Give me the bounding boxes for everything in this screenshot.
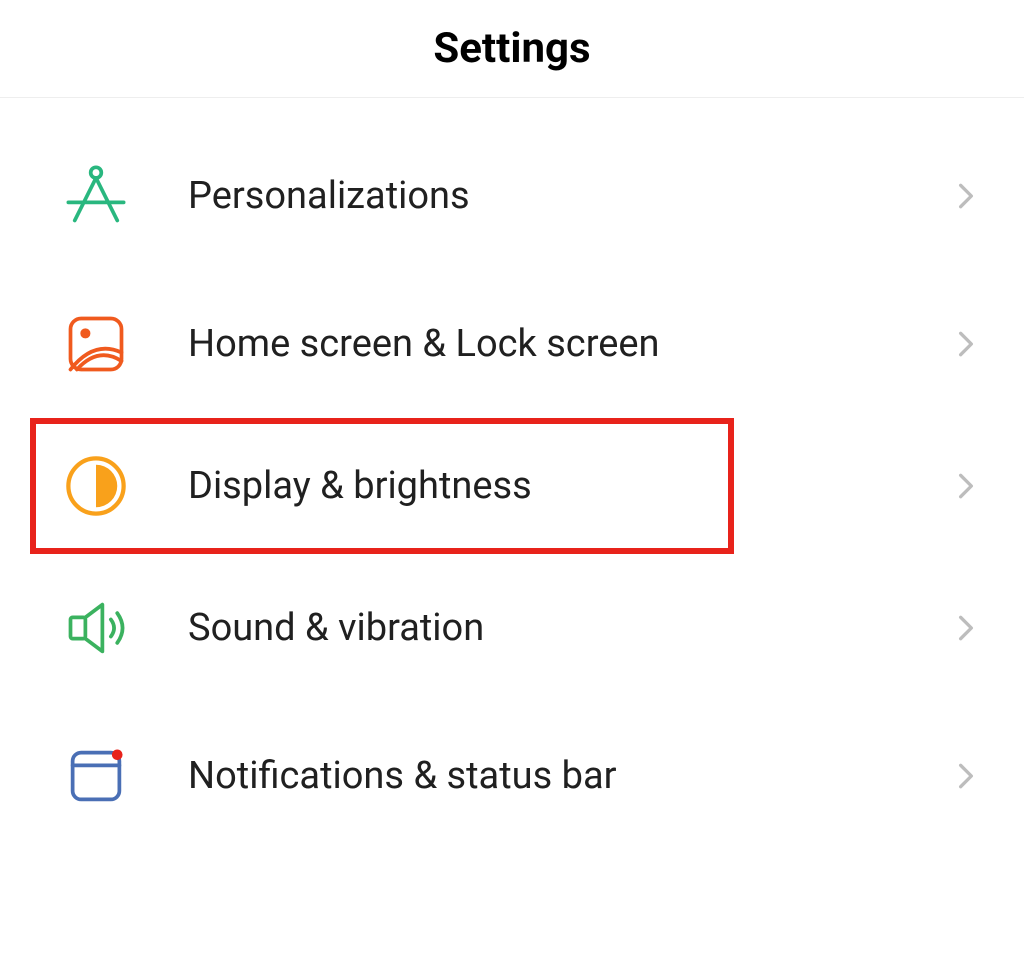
compass-icon (62, 162, 130, 230)
chevron-right-icon (950, 612, 982, 644)
settings-item-label: Display & brightness (188, 464, 702, 508)
settings-item-label: Notifications & status bar (188, 754, 962, 798)
chevron-right-icon (950, 760, 982, 792)
highlight-box: Display & brightness (30, 418, 734, 554)
chevron-right-icon (950, 180, 982, 212)
settings-row-personalizations[interactable]: Personalizations (0, 122, 1024, 270)
chevron-right-icon (950, 328, 982, 360)
wallpaper-icon (62, 310, 130, 378)
brightness-icon (62, 452, 130, 520)
settings-item-label: Home screen & Lock screen (188, 322, 962, 366)
settings-row-display-brightness[interactable]: Display & brightness (0, 418, 1024, 554)
settings-row-home-lock-screen[interactable]: Home screen & Lock screen (0, 270, 1024, 418)
page-header: Settings (0, 0, 1024, 98)
speaker-icon (62, 594, 130, 662)
settings-row-notifications-status-bar[interactable]: Notifications & status bar (0, 702, 1024, 850)
settings-row-sound-vibration[interactable]: Sound & vibration (0, 554, 1024, 702)
notification-panel-icon (62, 742, 130, 810)
settings-item-label: Sound & vibration (188, 606, 962, 650)
page-title: Settings (0, 24, 1024, 73)
settings-item-label: Personalizations (188, 174, 962, 218)
settings-list: Personalizations Home screen & Lock scre… (0, 98, 1024, 850)
chevron-right-icon (950, 470, 982, 502)
